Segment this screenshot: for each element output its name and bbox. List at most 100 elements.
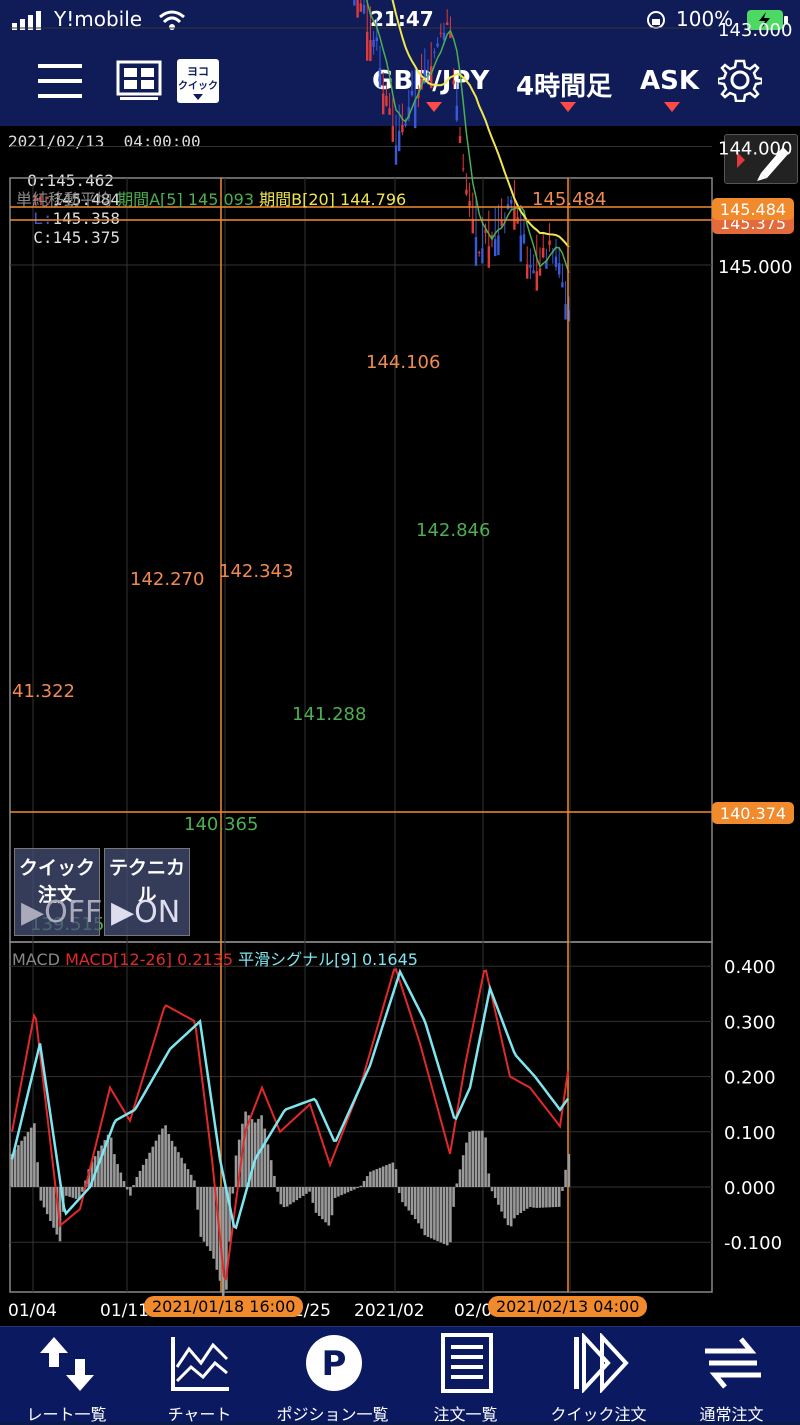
candle-body xyxy=(535,271,538,291)
macd-histogram-bar xyxy=(551,1187,555,1208)
high-annotation: 142.343 xyxy=(219,561,293,582)
macd-histogram-bar xyxy=(145,1158,148,1187)
macd-histogram-bar xyxy=(113,1154,116,1187)
candle-body xyxy=(487,246,490,268)
position-icon: P xyxy=(306,1335,362,1391)
macd-histogram-bar xyxy=(305,1187,308,1194)
macd-histogram-bar xyxy=(404,1187,407,1207)
candle-body xyxy=(462,168,465,170)
macd-histogram-bar xyxy=(65,1187,68,1196)
macd-axis-label: -0.100 xyxy=(724,1233,782,1254)
macd-histogram-bar xyxy=(458,1169,462,1187)
candle-body xyxy=(529,264,532,268)
macd-histogram-bar xyxy=(116,1164,119,1187)
macd-histogram-bar xyxy=(205,1187,209,1247)
macd-histogram-bar xyxy=(285,1187,289,1207)
macd-histogram-bar xyxy=(292,1187,295,1203)
macd-histogram-bar xyxy=(532,1187,535,1208)
candle-body xyxy=(497,235,500,256)
macd-histogram-bar xyxy=(500,1187,503,1212)
macd-histogram-bar xyxy=(471,1130,475,1187)
macd-histogram-bar xyxy=(333,1187,337,1198)
macd-histogram-bar xyxy=(231,1187,235,1194)
macd-histogram-bar xyxy=(378,1167,382,1187)
macd-histogram-bar xyxy=(26,1131,30,1187)
candle-body xyxy=(542,247,545,258)
chart-icon xyxy=(171,1337,229,1391)
macd-histogram-bar xyxy=(372,1170,375,1187)
macd-histogram-bar xyxy=(391,1162,395,1187)
macd-histogram-bar xyxy=(561,1187,564,1191)
candle-body xyxy=(375,37,378,42)
candle-body xyxy=(439,32,442,34)
candle-body xyxy=(433,51,436,53)
tab-rate-list[interactable]: レート一覧 xyxy=(0,1327,133,1424)
macd-histogram-bar xyxy=(209,1187,212,1251)
quick-order-icon xyxy=(574,1333,629,1393)
macd-axis-label: 0.200 xyxy=(724,1068,776,1089)
macd-histogram-bar xyxy=(410,1187,414,1215)
macd-histogram-bar xyxy=(474,1130,478,1187)
macd-histogram-bar xyxy=(554,1187,558,1208)
macd-histogram-bar xyxy=(388,1163,391,1187)
candle-body xyxy=(471,219,474,234)
macd-histogram-bar xyxy=(170,1140,174,1187)
macd-panel-border xyxy=(9,941,713,1293)
tab-quick-order[interactable]: クイック注文 xyxy=(532,1327,665,1424)
tab-positions[interactable]: P ポジション一覧 xyxy=(266,1327,399,1424)
macd-histogram-bar xyxy=(317,1187,321,1217)
macd-histogram-bar xyxy=(161,1128,164,1187)
candle-body xyxy=(359,3,362,12)
macd-histogram-bar xyxy=(234,1155,238,1187)
candle-body xyxy=(414,100,417,129)
macd-histogram-bar xyxy=(180,1157,183,1187)
macd-histogram-bar xyxy=(167,1134,171,1187)
macd-histogram-bar xyxy=(196,1187,199,1210)
technical-toggle[interactable]: テクニカル ▶ON xyxy=(104,848,190,936)
macd-histogram-bar xyxy=(327,1187,331,1226)
macd-histogram-bar xyxy=(132,1185,135,1187)
candle-body xyxy=(423,69,426,78)
macd-histogram-bar xyxy=(426,1187,430,1237)
candle-body xyxy=(391,126,394,142)
macd-histogram-bar xyxy=(324,1187,327,1223)
candle-body xyxy=(474,237,478,266)
macd-histogram-bar xyxy=(449,1187,452,1243)
macd-histogram-bar xyxy=(295,1187,299,1201)
macd-histogram-bar xyxy=(189,1174,193,1187)
macd-histogram-bar xyxy=(346,1187,350,1193)
macd-histogram-bar xyxy=(529,1187,532,1207)
high-annotation: 145.484 xyxy=(532,189,606,210)
macd-histogram-bar xyxy=(359,1185,363,1187)
tab-normal-order[interactable]: 通常注文 xyxy=(665,1327,798,1424)
macd-histogram-bar xyxy=(266,1144,270,1187)
candle-body xyxy=(394,145,398,165)
macd-histogram-bar xyxy=(193,1180,196,1187)
candle-body xyxy=(369,40,372,62)
macd-histogram-bar xyxy=(513,1187,516,1219)
low-price-tag-text: 140.374 xyxy=(720,804,786,823)
macd-histogram-bar xyxy=(20,1140,23,1187)
macd-histogram-bar xyxy=(497,1187,500,1205)
macd-histogram-bar xyxy=(369,1171,372,1187)
macd-histogram-bar xyxy=(33,1123,36,1187)
candle-body xyxy=(558,263,561,275)
macd-histogram-bar xyxy=(289,1187,292,1205)
macd-histogram-bar xyxy=(282,1187,286,1208)
macd-histogram-bar xyxy=(433,1187,436,1240)
candle-body xyxy=(372,39,375,47)
price-axis-label: 145.000 xyxy=(718,257,792,278)
macd-histogram-bar xyxy=(493,1187,497,1199)
macd-histogram-bar xyxy=(186,1169,190,1187)
macd-histogram-bar xyxy=(452,1187,455,1207)
tab-chart[interactable]: チャート xyxy=(133,1327,266,1424)
tab-orders[interactable]: 注文一覧 xyxy=(399,1327,532,1424)
candle-body xyxy=(548,240,551,246)
macd-axis-label: 0.400 xyxy=(724,957,776,978)
macd-histogram-bar xyxy=(340,1187,343,1196)
candle-body xyxy=(353,0,356,6)
macd-histogram-bar xyxy=(276,1187,279,1192)
quick-order-toggle[interactable]: クイック注文 ▶OFF xyxy=(14,848,102,936)
candle-body xyxy=(378,68,382,88)
macd-histogram-bar xyxy=(516,1187,519,1216)
